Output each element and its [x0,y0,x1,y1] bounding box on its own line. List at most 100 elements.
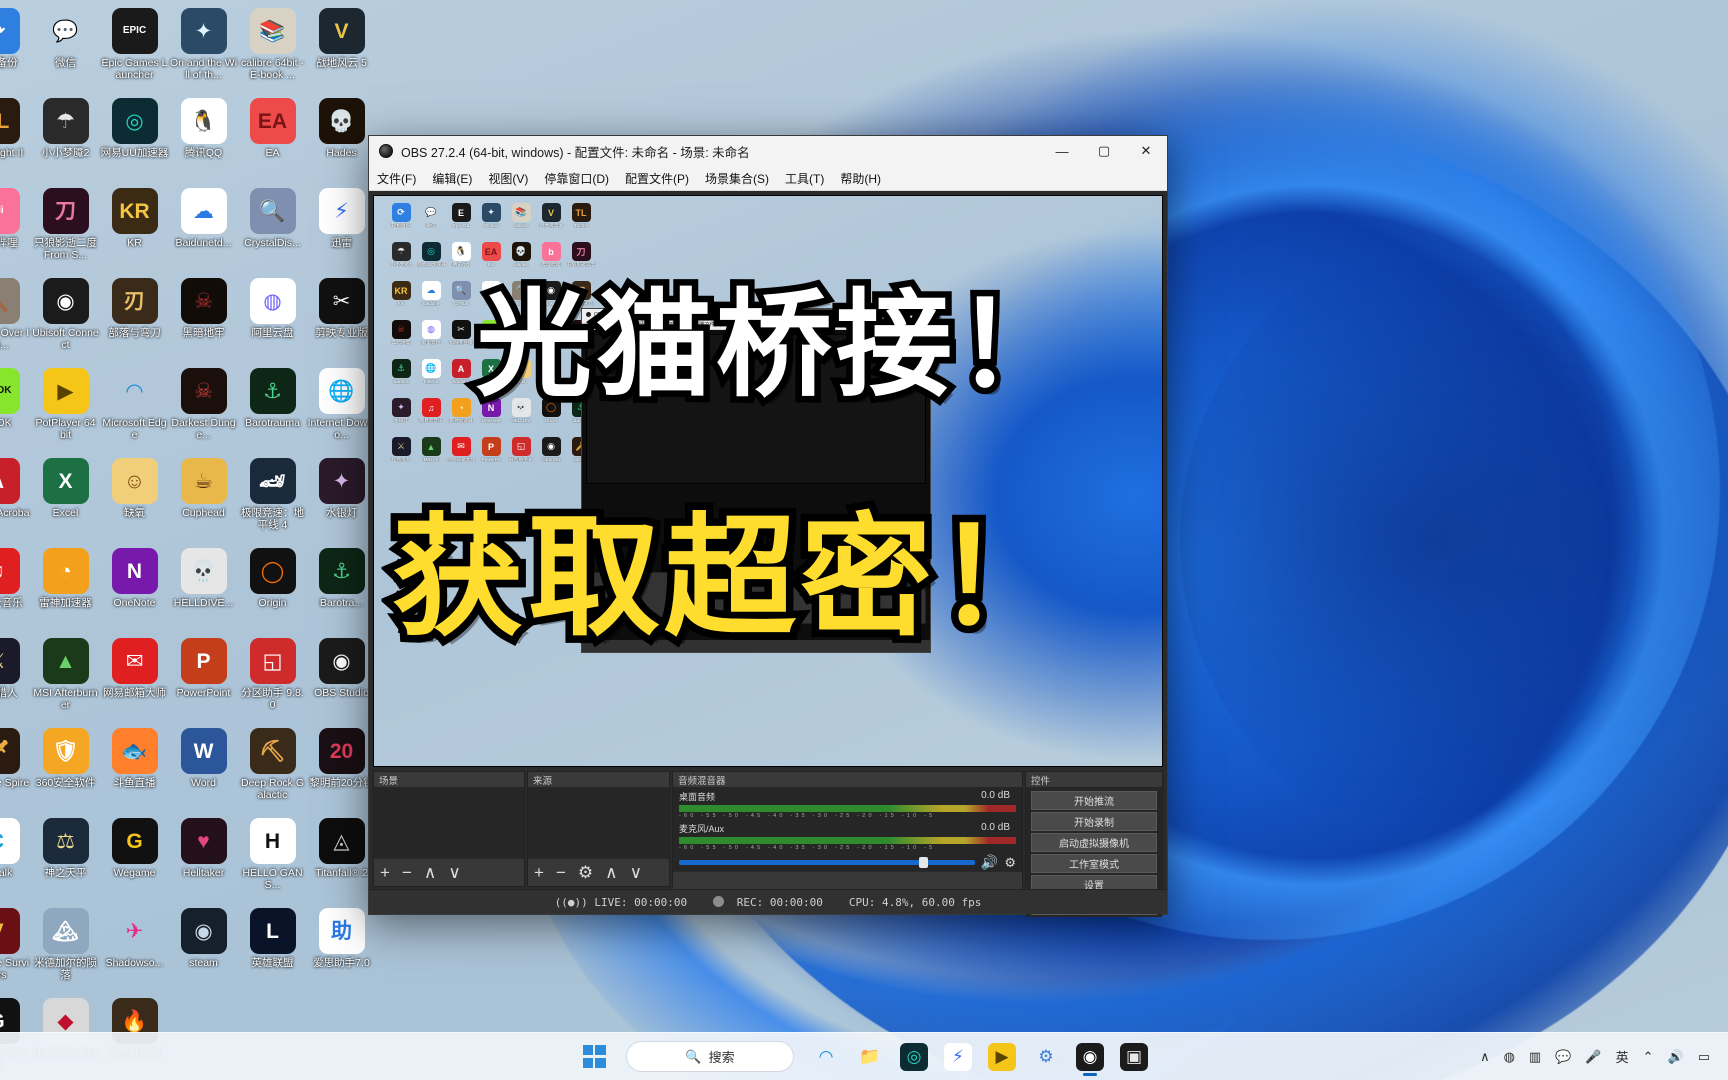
desktop-icon[interactable]: 💀 HELLDIVE... [169,544,238,634]
battery-icon[interactable]: ▭ [1698,1049,1710,1065]
desktop-icon[interactable]: P PowerPoint [169,634,238,724]
desktop-icon[interactable]: H HELLO GANS... [238,814,307,904]
desktop-icon[interactable]: ◍ 阿里云盘 [238,274,307,364]
desktop-icon[interactable]: ◉ OBS Studio [307,634,376,724]
scenes-list[interactable] [374,787,524,858]
desktop-icon[interactable]: ⚡ 迅雷 [307,184,376,274]
desktop-icon[interactable]: G Wegame [100,814,169,904]
desktop-icon[interactable]: ☺ 缺氧 [100,454,169,544]
remove-source-button[interactable]: − [556,863,566,883]
sources-dock[interactable]: 来源 + − ⚙ ∧ ∨ [527,771,670,887]
desktop-icon[interactable]: 20 黎明前20分钟 [307,724,376,814]
obs-menu-item[interactable]: 文件(F) [377,170,416,187]
mixer-volume-row[interactable]: 🔊 ⚙ [679,854,1016,871]
obs-menu-item[interactable]: 视图(V) [488,170,528,187]
microphone-icon[interactable]: 🎤 [1585,1049,1601,1065]
bilibili-icon[interactable]: ▥ [1529,1049,1541,1065]
desktop-icon[interactable]: ☠ Darkest Dunge... [169,364,238,454]
taskbar-file-explorer-button[interactable]: 📁 [850,1037,890,1077]
desktop-icon[interactable]: ⛏ Deep Rock Galactic [238,724,307,814]
obs-menu-item[interactable]: 编辑(E) [432,170,472,187]
desktop-icon[interactable]: ✂ 剪映专业版 [307,274,376,364]
desktop-icon[interactable]: ✈ Shadowso... [100,904,169,994]
maximize-button[interactable]: ▢ [1083,136,1125,166]
desktop-icon[interactable]: ⚔ 怪物猎人 [0,634,31,724]
desktop-icon[interactable]: ☂ 小小梦魇2 [31,94,100,184]
scenes-dock[interactable]: 场景 + − ∧ ∨ [373,771,525,887]
obs-menu-item[interactable]: 场景集合(S) [705,170,769,187]
close-button[interactable]: ✕ [1125,136,1167,166]
desktop-icon[interactable]: ♫ 网易云音乐 [0,544,31,634]
desktop-icon[interactable]: 🌐 Internet Downlo... [307,364,376,454]
desktop-icon[interactable]: ☕ Cuphead [169,454,238,544]
desktop-icon[interactable]: X Excel [31,454,100,544]
desktop-icon[interactable]: ◉ steam [169,904,238,994]
ime-icon[interactable]: 英 [1616,1047,1629,1066]
desktop-icon[interactable]: KR KR [100,184,169,274]
obs-title-bar[interactable]: OBS 27.2.4 (64-bit, windows) - 配置文件: 未命名… [369,136,1167,166]
desktop-icon[interactable]: 🏎 极限竞速：地平线 4 [238,454,307,544]
add-source-button[interactable]: + [534,863,544,883]
mixer-channel[interactable]: 麦克风/Aux 0.0 dB -60 -55 -50 -45 -40 -35 -… [673,819,1022,871]
desktop-icon[interactable]: ⚓ Barotra... [307,544,376,634]
desktop-icon[interactable]: 📚 calibre 64bit - E-book ... [238,4,307,94]
system-tray[interactable]: ∧ ◍ ▥ 💬 🎤 英 ⌃ 🔊 ▭ [1480,1047,1718,1066]
minimize-button[interactable]: — [1041,136,1083,166]
chevron-up-icon[interactable]: ∧ [1480,1049,1490,1065]
desktop-icon[interactable]: ⟳ 轻松备份 [0,4,31,94]
desktop-icon[interactable]: ◎ 网易UU加速器 [100,94,169,184]
desktop-icon[interactable]: ◠ Microsoft Edge [100,364,169,454]
desktop-icon[interactable]: L 英雄联盟 [238,904,307,994]
desktop-icon[interactable]: EA EA [238,94,307,184]
desktop-icon[interactable]: bili 哔哩哔哩 [0,184,31,274]
desktop-icon[interactable]: 助爱思助手7.0 [307,904,376,994]
desktop-icon[interactable]: ⚓ Barotrauma [238,364,307,454]
desktop-icon[interactable]: 💀 Hades [307,94,376,184]
desktop-icon[interactable]: 🔨 Getting Over It wi... [0,274,31,364]
desktop-icon[interactable]: 刀只狼影逝二度 From S... [31,184,100,274]
audio-mixer-dock[interactable]: 音频混音器 桌面音频 0.0 dB -60 -55 -50 -45 -40 -3… [672,771,1023,899]
desktop-icon[interactable]: 刃部落与弯刀 [100,274,169,364]
desktop-icon[interactable]: ☠ 黑暗地牢 [169,274,238,364]
move-source-up-button[interactable]: ∧ [605,863,617,883]
taskbar-pinned-apps[interactable]: ◠ 📁 ◎ ⚡ ▶ ⚙ ◉ ▣ [806,1037,1154,1077]
desktop-icon[interactable]: ▲ MSI Afterburner [31,634,100,724]
desktop-icon[interactable]: ⚖ 神之天平 [31,814,100,904]
desktop-icon[interactable]: ☁ Baidunetd... [169,184,238,274]
mixer-settings-icon[interactable]: ⚙ [1004,855,1016,871]
taskbar-obs-studio-button[interactable]: ◉ [1070,1037,1110,1077]
desktop-icon[interactable]: 🛡 360安全软件 [31,724,100,814]
obs-menu-item[interactable]: 停靠窗口(D) [544,170,609,187]
desktop-icon[interactable]: N OneNote [100,544,169,634]
desktop-icon[interactable]: W Word [169,724,238,814]
desktop-icon[interactable]: ▶ PotPlayer 64 bit [31,364,100,454]
sources-list[interactable] [528,787,669,858]
move-scene-up-button[interactable]: ∧ [424,863,436,883]
add-scene-button[interactable]: + [380,863,390,883]
scenes-toolbar[interactable]: + − ∧ ∨ [374,858,524,886]
taskbar-terminal-button[interactable]: ▣ [1114,1037,1154,1077]
volume-icon[interactable]: 🔊 [1668,1049,1684,1065]
desktop-icon[interactable]: TL Torchlight II [0,94,31,184]
taskbar-uu-booster-button[interactable]: ◎ [894,1037,934,1077]
desktop-icon[interactable]: ◯ Origin [238,544,307,634]
desktop-icon[interactable]: 🐧 腾讯QQ [169,94,238,184]
desktop-icon[interactable]: V Vampire Survivors [0,904,31,994]
desktop-icon[interactable]: 🏔 米德加尔的陨落 [31,904,100,994]
start-virtual-camera-button[interactable]: 启动虚拟摄像机 [1031,833,1157,852]
desktop-icon[interactable]: KOOK KOOK [0,364,31,454]
sources-toolbar[interactable]: + − ⚙ ∧ ∨ [528,858,669,886]
desktop-icon[interactable]: EPIC Epic Games Launcher [100,4,169,94]
taskbar-thunder-button[interactable]: ⚡ [938,1037,978,1077]
desktop-icon[interactable]: ◔ 雷神加速器 [31,544,100,634]
taskbar-potplayer-button[interactable]: ▶ [982,1037,1022,1077]
desktop-icon[interactable]: 🗡 Slay the Spire [0,724,31,814]
obs-menu-item[interactable]: 配置文件(P) [625,170,689,187]
wechat-icon[interactable]: 💬 [1555,1049,1571,1065]
desktop-icon[interactable]: 🔍 CrystalDis... [238,184,307,274]
desktop-icon[interactable]: ✦ Ori and the Will of th... [169,4,238,94]
move-source-down-button[interactable]: ∨ [630,863,642,883]
desktop-icon[interactable]: ◬ Titanfall® 2 [307,814,376,904]
desktop-icon[interactable]: V 战地风云 5 [307,4,376,94]
obs-menu-item[interactable]: 工具(T) [785,170,824,187]
